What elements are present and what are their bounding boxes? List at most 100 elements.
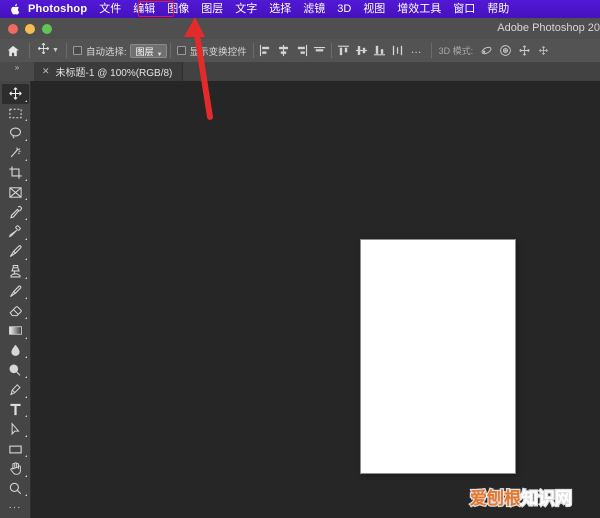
menu-image[interactable]: 图像 <box>161 0 195 18</box>
tool-more-corner <box>24 99 27 102</box>
auto-select-label: 自动选择: <box>85 46 127 58</box>
watermark-text-orange: 爱刨根 <box>469 488 523 511</box>
tool-more-corner <box>24 435 27 438</box>
path-selection-tool[interactable] <box>2 419 29 439</box>
hand-tool[interactable] <box>2 459 29 479</box>
menu-app-photoshop[interactable]: Photoshop <box>22 0 93 18</box>
home-icon[interactable] <box>0 39 26 62</box>
document-artboard[interactable] <box>361 240 515 473</box>
menu-window[interactable]: 窗口 <box>447 0 481 18</box>
frame-tool[interactable] <box>2 183 29 203</box>
menu-3d[interactable]: 3D <box>331 0 357 18</box>
tool-more-corner <box>24 297 27 300</box>
tool-more-corner <box>24 119 27 122</box>
window-controls <box>0 23 52 34</box>
chevron-down-icon[interactable]: ▼ <box>52 47 59 54</box>
active-tool-button[interactable]: ▼ <box>33 39 63 62</box>
auto-select-checkbox[interactable] <box>72 46 82 55</box>
chevron-down-icon: ▼ <box>156 51 163 58</box>
menu-plugins[interactable]: 增效工具 <box>391 0 447 18</box>
pan-3d-icon[interactable] <box>515 41 534 60</box>
tool-options-bar: ▼ 自动选择: 图层 ▼ 显示变换控件 … 3D 模式: <box>0 39 600 63</box>
more-tools-button[interactable]: ··· <box>2 498 29 518</box>
show-transform-controls-group[interactable]: 显示变换控件 <box>174 39 250 62</box>
divider <box>330 43 332 58</box>
slide-3d-icon[interactable] <box>534 41 553 60</box>
tool-more-corner <box>24 277 27 280</box>
distribute-spacing-button[interactable] <box>389 42 406 60</box>
tool-more-corner <box>24 198 27 201</box>
eyedropper-tool[interactable] <box>2 202 29 222</box>
lasso-tool[interactable] <box>2 123 29 143</box>
menu-select[interactable]: 选择 <box>263 0 297 18</box>
tool-more-corner <box>24 376 27 379</box>
window-title: Adobe Photoshop 20 <box>497 22 600 34</box>
blur-tool[interactable] <box>2 341 29 361</box>
menu-layer[interactable]: 图层 <box>195 0 229 18</box>
align-left-edges-button[interactable] <box>257 42 274 60</box>
menu-type[interactable]: 文字 <box>229 0 263 18</box>
document-tabbar: » ✕ 未标题-1 @ 100%(RGB/8) <box>0 62 600 82</box>
tool-more-corner <box>24 316 27 319</box>
apple-logo-icon[interactable] <box>6 0 22 18</box>
close-tab-icon[interactable]: ✕ <box>42 67 50 76</box>
menu-filter[interactable]: 滤镜 <box>297 0 331 18</box>
distribute-bottom-edges-button[interactable] <box>371 42 388 60</box>
rectangle-tool[interactable] <box>2 439 29 459</box>
auto-select-group[interactable]: 自动选择: <box>70 39 130 62</box>
auto-select-target-dropdown[interactable]: 图层 ▼ <box>129 43 167 58</box>
auto-select-target-value: 图层 <box>135 46 154 57</box>
dodge-tool[interactable] <box>2 360 29 380</box>
menu-file[interactable]: 文件 <box>93 0 127 18</box>
toolbox-panel: ··· <box>0 81 31 518</box>
divider <box>430 43 432 58</box>
distribute-vertical-centers-button[interactable] <box>353 42 370 60</box>
move-tool[interactable] <box>1 84 29 104</box>
watermark: 爱刨根知识网 <box>469 484 574 511</box>
spot-healing-brush-tool[interactable] <box>2 222 29 242</box>
brush-tool[interactable] <box>2 242 29 262</box>
panel-gripper-icon[interactable]: » <box>0 62 34 81</box>
magic-wand-tool[interactable] <box>2 143 29 163</box>
menu-view[interactable]: 视图 <box>357 0 391 18</box>
menu-edit[interactable]: 编辑 <box>127 0 161 18</box>
more-options-button[interactable]: … <box>406 45 428 56</box>
rectangular-marquee-tool[interactable] <box>2 104 29 124</box>
minimize-button[interactable] <box>25 23 35 34</box>
roll-3d-icon[interactable] <box>496 41 515 60</box>
canvas-area[interactable] <box>31 81 600 518</box>
divider <box>65 43 67 58</box>
align-horizontal-centers-button[interactable] <box>275 42 292 60</box>
close-button[interactable] <box>8 23 18 34</box>
tool-more-corner <box>24 218 27 221</box>
history-brush-tool[interactable] <box>2 281 29 301</box>
divider <box>169 43 171 58</box>
rotate-3d-icon[interactable] <box>477 41 496 60</box>
zoom-tool[interactable] <box>2 479 29 499</box>
distribute-top-edges-button[interactable] <box>335 42 352 60</box>
more-tools-label: ··· <box>8 502 22 514</box>
eraser-tool[interactable] <box>2 301 29 321</box>
tool-more-corner <box>24 139 27 142</box>
clone-stamp-tool[interactable] <box>2 262 29 282</box>
move-tool-icon <box>37 42 50 60</box>
align-buttons-group <box>257 42 328 60</box>
menu-help[interactable]: 帮助 <box>481 0 515 18</box>
pen-tool[interactable] <box>2 380 29 400</box>
tool-more-corner <box>24 494 27 497</box>
tool-more-corner <box>24 336 27 339</box>
tool-more-corner <box>24 415 27 418</box>
divider <box>252 43 254 58</box>
align-top-edges-button[interactable] <box>311 42 328 60</box>
tool-more-corner <box>24 395 27 398</box>
window-titlebar: Adobe Photoshop 20 <box>0 18 600 40</box>
macos-menubar: Photoshop 文件 编辑 图像 图层 文字 选择 滤镜 3D 视图 增效工… <box>0 0 600 18</box>
crop-tool[interactable] <box>2 163 29 183</box>
type-tool[interactable] <box>2 400 29 420</box>
gradient-tool[interactable] <box>2 321 29 341</box>
align-right-edges-button[interactable] <box>293 42 310 60</box>
distribute-buttons-group <box>335 42 406 60</box>
zoom-button[interactable] <box>42 23 52 34</box>
document-tab[interactable]: ✕ 未标题-1 @ 100%(RGB/8) <box>34 62 184 81</box>
show-transform-checkbox[interactable] <box>176 46 186 55</box>
